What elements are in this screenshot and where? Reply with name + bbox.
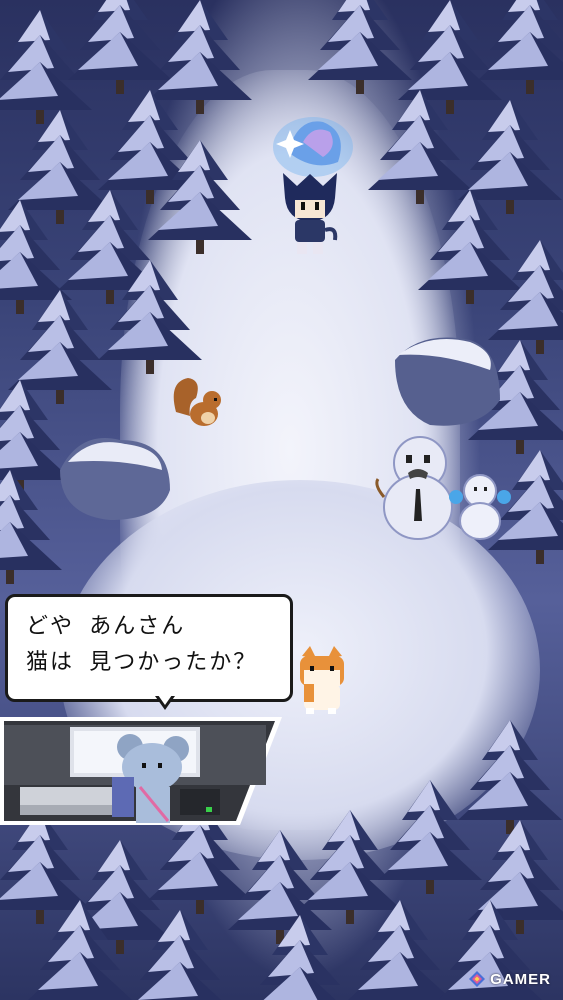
squirrel — [173, 378, 221, 426]
rock-left — [60, 438, 170, 520]
rock-right — [395, 337, 500, 426]
orange-cat — [300, 646, 344, 714]
bubble-tail-fill — [158, 695, 172, 705]
gamer-logo-icon — [469, 971, 486, 987]
player-character — [283, 173, 338, 254]
dialogue-line-1: どや あんさん — [26, 614, 186, 639]
game-scene: どや あんさん 猫は 見つかったか？ GAMER — [0, 0, 563, 1000]
snowmen — [375, 436, 511, 540]
watermark-text: GAMER — [490, 970, 551, 988]
dialogue-bubble[interactable]: どや あんさん 猫は 見つかったか？ — [5, 594, 293, 702]
dialogue-line-2: 猫は 見つかったか？ — [26, 650, 258, 675]
speaker-portrait — [0, 717, 282, 825]
watermark: GAMER — [468, 970, 551, 988]
